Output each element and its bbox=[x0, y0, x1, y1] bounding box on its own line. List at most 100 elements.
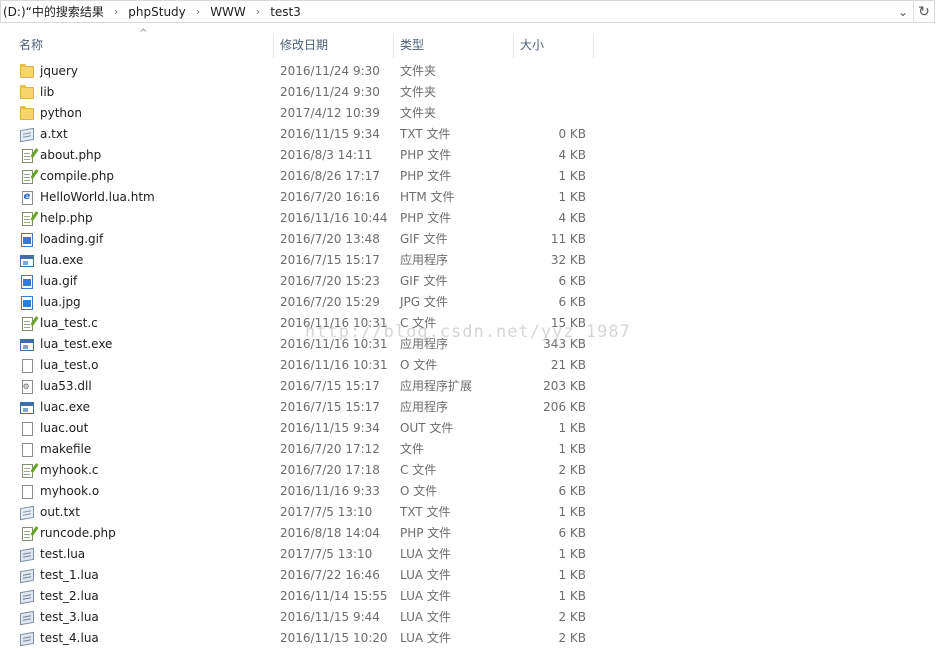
file-row[interactable]: lua_test.o 2016/11/16 10:31 O 文件 21 KB bbox=[0, 355, 937, 376]
file-date: 2016/11/15 9:34 bbox=[280, 421, 380, 435]
file-row[interactable]: out.txt 2017/7/5 13:10 TXT 文件 1 KB bbox=[0, 502, 937, 523]
blank-file-icon bbox=[19, 355, 35, 376]
file-row[interactable]: about.php 2016/8/3 14:11 PHP 文件 4 KB bbox=[0, 145, 937, 166]
file-row[interactable]: lua_test.c 2016/11/16 10:31 C 文件 15 KB bbox=[0, 313, 937, 334]
file-name: a.txt bbox=[40, 127, 68, 141]
file-size: 2 KB bbox=[558, 610, 586, 624]
chevron-down-icon[interactable]: ⌄ bbox=[893, 1, 913, 22]
file-size: 0 KB bbox=[558, 127, 586, 141]
file-row[interactable]: test_4.lua 2016/11/15 10:20 LUA 文件 2 KB bbox=[0, 628, 937, 649]
file-size: 1 KB bbox=[558, 568, 586, 582]
file-date: 2016/7/20 15:23 bbox=[280, 274, 380, 288]
refresh-icon[interactable]: ↻ bbox=[913, 1, 934, 22]
file-date: 2016/11/16 10:31 bbox=[280, 337, 388, 351]
file-name: test_2.lua bbox=[40, 589, 99, 603]
column-date-header[interactable]: 修改日期 bbox=[274, 33, 394, 58]
file-name: runcode.php bbox=[40, 526, 116, 540]
file-type: LUA 文件 bbox=[400, 547, 451, 561]
column-size-header[interactable]: 大小 bbox=[514, 33, 594, 58]
file-size: 206 KB bbox=[543, 400, 586, 414]
file-size: 15 KB bbox=[550, 316, 586, 330]
file-name: lua.exe bbox=[40, 253, 84, 267]
file-name: help.php bbox=[40, 211, 93, 225]
file-row[interactable]: test_2.lua 2016/11/14 15:55 LUA 文件 1 KB bbox=[0, 586, 937, 607]
file-size: 21 KB bbox=[550, 358, 586, 372]
file-row[interactable]: lua.exe 2016/7/15 15:17 应用程序 32 KB bbox=[0, 250, 937, 271]
file-row[interactable]: help.php 2016/11/16 10:44 PHP 文件 4 KB bbox=[0, 208, 937, 229]
file-name: lua_test.c bbox=[40, 316, 98, 330]
sort-ascending-icon: ^ bbox=[139, 28, 148, 39]
file-name: test_4.lua bbox=[40, 631, 99, 645]
file-row[interactable]: myhook.o 2016/11/16 9:33 O 文件 6 KB bbox=[0, 481, 937, 502]
file-type: LUA 文件 bbox=[400, 589, 451, 603]
file-type: LUA 文件 bbox=[400, 610, 451, 624]
file-row[interactable]: runcode.php 2016/8/18 14:04 PHP 文件 6 KB bbox=[0, 523, 937, 544]
file-type: PHP 文件 bbox=[400, 169, 452, 183]
address-bar[interactable]: (D:)“中的搜索结果 › phpStudy › WWW › test3 ⌄ ↻ bbox=[0, 0, 935, 23]
file-name: compile.php bbox=[40, 169, 114, 183]
file-row[interactable]: luac.exe 2016/7/15 15:17 应用程序 206 KB bbox=[0, 397, 937, 418]
file-type: PHP 文件 bbox=[400, 526, 452, 540]
lua-file-icon bbox=[19, 607, 35, 628]
blank-file-icon bbox=[19, 439, 35, 460]
file-date: 2016/7/20 16:16 bbox=[280, 190, 380, 204]
file-date: 2016/11/16 9:33 bbox=[280, 484, 380, 498]
file-row[interactable]: myhook.c 2016/7/20 17:18 C 文件 2 KB bbox=[0, 460, 937, 481]
file-type: LUA 文件 bbox=[400, 631, 451, 645]
file-type: HTM 文件 bbox=[400, 190, 455, 204]
file-name: lua_test.exe bbox=[40, 337, 113, 351]
file-row[interactable]: lua.jpg 2016/7/20 15:29 JPG 文件 6 KB bbox=[0, 292, 937, 313]
file-row[interactable]: compile.php 2016/8/26 17:17 PHP 文件 1 KB bbox=[0, 166, 937, 187]
breadcrumb-search-results[interactable]: (D:)“中的搜索结果 bbox=[1, 3, 108, 20]
file-row[interactable]: lib 2016/11/24 9:30 文件夹 bbox=[0, 82, 937, 103]
file-size: 32 KB bbox=[550, 253, 586, 267]
breadcrumb-www[interactable]: WWW bbox=[206, 5, 250, 19]
file-row[interactable]: lua53.dll 2016/7/15 15:17 应用程序扩展 203 KB bbox=[0, 376, 937, 397]
file-type: 文件夹 bbox=[400, 106, 437, 120]
file-row[interactable]: luac.out 2016/11/15 9:34 OUT 文件 1 KB bbox=[0, 418, 937, 439]
file-size: 4 KB bbox=[558, 148, 586, 162]
file-row[interactable]: lua.gif 2016/7/20 15:23 GIF 文件 6 KB bbox=[0, 271, 937, 292]
breadcrumb-separator-icon[interactable]: › bbox=[250, 5, 266, 18]
file-row[interactable]: a.txt 2016/11/15 9:34 TXT 文件 0 KB bbox=[0, 124, 937, 145]
file-date: 2016/11/15 10:20 bbox=[280, 631, 388, 645]
code-file-icon bbox=[19, 208, 35, 229]
file-row[interactable]: test_3.lua 2016/11/15 9:44 LUA 文件 2 KB bbox=[0, 607, 937, 628]
file-date: 2016/7/20 17:18 bbox=[280, 463, 380, 477]
breadcrumb-separator-icon[interactable]: › bbox=[190, 5, 206, 18]
file-row[interactable]: test_1.lua 2016/7/22 16:46 LUA 文件 1 KB bbox=[0, 565, 937, 586]
file-row[interactable]: python 2017/4/12 10:39 文件夹 bbox=[0, 103, 937, 124]
file-name: lua_test.o bbox=[40, 358, 99, 372]
file-size: 11 KB bbox=[550, 232, 586, 246]
executable-icon bbox=[19, 334, 35, 355]
code-file-icon bbox=[19, 460, 35, 481]
file-name: test.lua bbox=[40, 547, 86, 561]
file-size: 6 KB bbox=[558, 295, 586, 309]
file-type: C 文件 bbox=[400, 316, 437, 330]
file-type: GIF 文件 bbox=[400, 232, 448, 246]
file-type: 文件 bbox=[400, 442, 425, 456]
file-row[interactable]: HelloWorld.lua.htm 2016/7/20 16:16 HTM 文件 1… bbox=[0, 187, 937, 208]
file-row[interactable]: loading.gif 2016/7/20 13:48 GIF 文件 11 KB bbox=[0, 229, 937, 250]
file-name: about.php bbox=[40, 148, 102, 162]
file-date: 2017/4/12 10:39 bbox=[280, 106, 380, 120]
file-type: LUA 文件 bbox=[400, 568, 451, 582]
file-row[interactable]: lua_test.exe 2016/11/16 10:31 应用程序 343 KB bbox=[0, 334, 937, 355]
column-type-header[interactable]: 类型 bbox=[394, 33, 514, 58]
breadcrumb-phpstudy[interactable]: phpStudy bbox=[124, 5, 190, 19]
file-row[interactable]: jquery 2016/11/24 9:30 文件夹 bbox=[0, 61, 937, 82]
file-name: myhook.o bbox=[40, 484, 100, 498]
file-name: lua.jpg bbox=[40, 295, 81, 309]
file-row[interactable]: test.lua 2017/7/5 13:10 LUA 文件 1 KB bbox=[0, 544, 937, 565]
breadcrumb-test3[interactable]: test3 bbox=[266, 5, 305, 19]
file-row[interactable]: makefile 2016/7/20 17:12 文件 1 KB bbox=[0, 439, 937, 460]
file-type: O 文件 bbox=[400, 484, 438, 498]
breadcrumb-separator-icon[interactable]: › bbox=[108, 5, 124, 18]
file-date: 2016/7/15 15:17 bbox=[280, 400, 380, 414]
file-type: C 文件 bbox=[400, 463, 437, 477]
file-date: 2016/8/26 17:17 bbox=[280, 169, 380, 183]
blank-file-icon bbox=[19, 418, 35, 439]
image-file-icon bbox=[19, 271, 35, 292]
file-date: 2016/8/3 14:11 bbox=[280, 148, 373, 162]
file-size: 2 KB bbox=[558, 463, 586, 477]
